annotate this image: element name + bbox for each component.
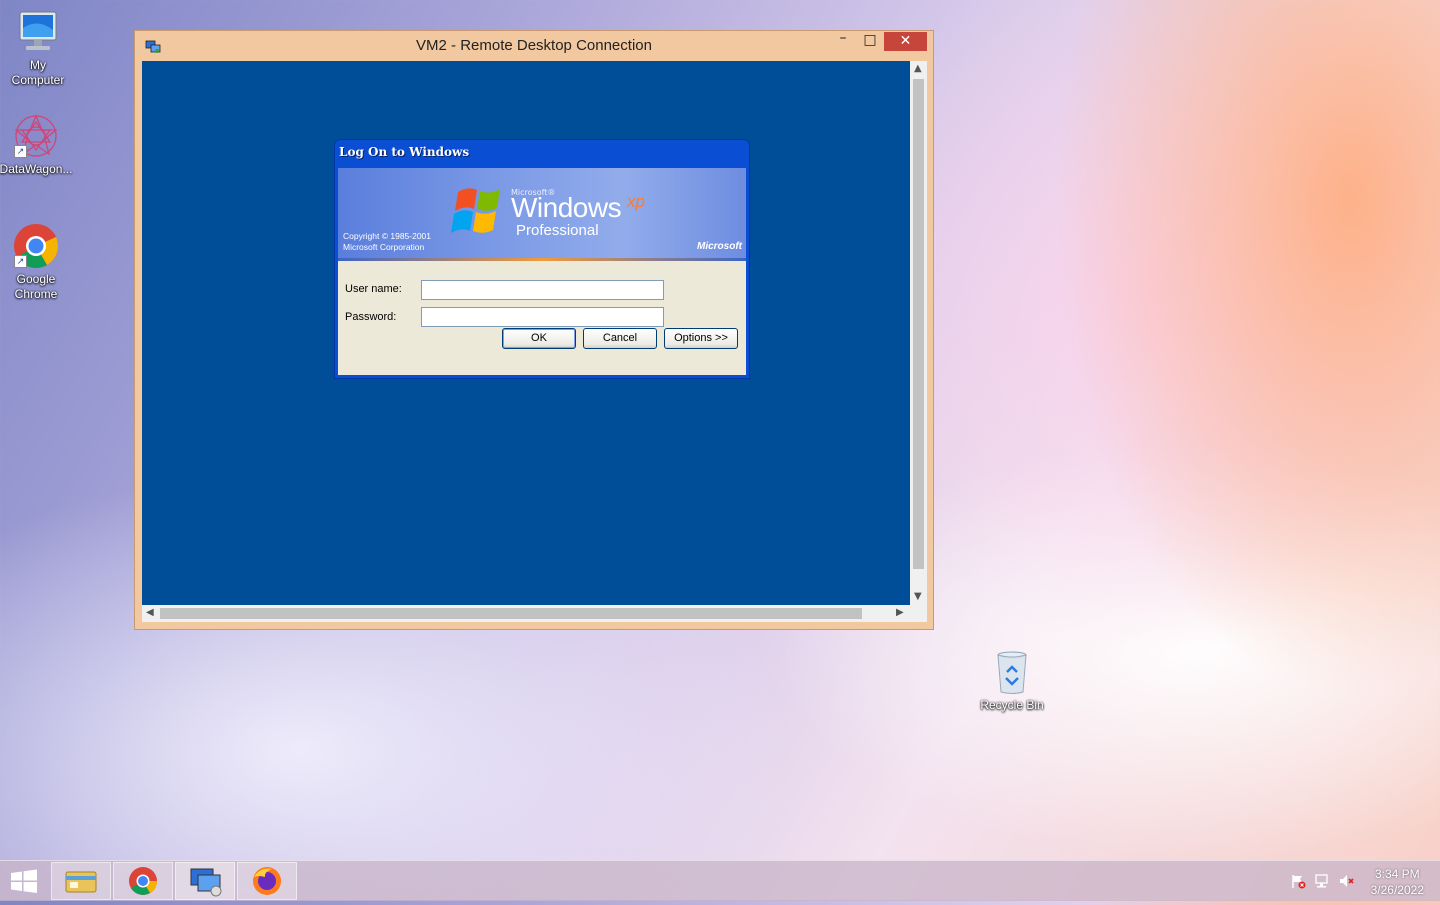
edition-label: Professional (516, 222, 599, 239)
file-explorer-icon (65, 871, 97, 893)
password-input[interactable] (421, 307, 664, 327)
windows-xp-banner: Microsoft® Windows xp Professional Copyr… (338, 168, 746, 258)
action-center-flag-icon[interactable] (1290, 873, 1306, 889)
desktop-icon-my-computer[interactable]: My Computer (0, 8, 76, 88)
taskbar-file-explorer[interactable] (51, 862, 111, 900)
firefox-icon (253, 867, 281, 895)
horizontal-scrollbar[interactable]: ◀ ▶ (142, 605, 910, 622)
password-label: Password: (345, 311, 397, 323)
desktop-icon-label: Recycle Bin (980, 698, 1044, 712)
scroll-left-icon[interactable]: ◀ (146, 607, 154, 618)
recycle-bin-icon (988, 648, 1036, 696)
title-bar[interactable]: VM2 - Remote Desktop Connection – □ ✕ (135, 30, 933, 61)
size-grip-icon[interactable] (910, 605, 927, 622)
vertical-scroll-thumb[interactable] (913, 79, 924, 569)
clock-date: 3/26/2022 (1370, 883, 1424, 897)
chrome-icon (129, 867, 157, 895)
desktop-icon-label: Google Chrome (14, 272, 58, 301)
options-button[interactable]: Options >> (664, 328, 738, 349)
xp-wordmark: xp (627, 192, 645, 211)
window-title: VM2 - Remote Desktop Connection (416, 37, 652, 54)
remote-desktop-window: VM2 - Remote Desktop Connection – □ ✕ Lo… (134, 30, 934, 630)
chrome-icon: ↗ (12, 222, 60, 270)
windows-logo-icon (11, 869, 37, 893)
shortcut-arrow-icon: ↗ (14, 145, 27, 158)
maximize-button[interactable]: □ (857, 32, 883, 52)
cancel-button[interactable]: Cancel (583, 328, 657, 349)
taskbar-remote-desktop[interactable] (175, 862, 235, 900)
desktop-icon-label: DataWagon... (0, 162, 73, 176)
close-button[interactable]: ✕ (884, 32, 927, 51)
system-clock[interactable]: 3:34 PM 3/26/2022 (1371, 866, 1424, 898)
remote-desktop-icon (190, 868, 222, 897)
username-label: User name: (345, 283, 402, 295)
copyright-text: Copyright © 1985-2001 Microsoft Corporat… (343, 231, 432, 252)
ok-button[interactable]: OK (502, 328, 576, 349)
network-icon[interactable] (1314, 873, 1330, 889)
start-button[interactable] (0, 861, 48, 901)
desktop-icon-google-chrome[interactable]: ↗ Google Chrome (0, 222, 74, 302)
clock-time: 3:34 PM (1374, 867, 1420, 881)
shortcut-arrow-icon: ↗ (14, 255, 27, 268)
desktop-icon-recycle-bin[interactable]: Recycle Bin (974, 648, 1050, 713)
remote-session-area[interactable]: Log On to Windows Microsoft® Windows xp … (142, 61, 910, 605)
my-computer-icon (14, 8, 62, 56)
datawagon-icon: ↗ (12, 112, 60, 160)
vertical-scrollbar[interactable]: ▲ ▼ (910, 61, 927, 605)
minimize-button[interactable]: – (830, 30, 856, 50)
microsoft-logo: Microsoft (697, 241, 742, 252)
windows-wordmark: Windows (511, 192, 622, 223)
taskbar-firefox[interactable] (237, 862, 297, 900)
dialog-body: User name: Password: OK Cancel Options >… (338, 261, 746, 375)
horizontal-scroll-thumb[interactable] (160, 608, 862, 619)
windows-flag-icon (450, 182, 508, 238)
taskbar: 3:34 PM 3/26/2022 (0, 860, 1440, 901)
taskbar-chrome[interactable] (113, 862, 173, 900)
logon-dialog: Log On to Windows Microsoft® Windows xp … (334, 139, 750, 379)
desktop-icon-datawagon[interactable]: ↗ DataWagon... (0, 112, 74, 177)
scroll-right-icon[interactable]: ▶ (896, 607, 904, 618)
dialog-title: Log On to Windows (339, 145, 470, 159)
scroll-up-icon[interactable]: ▲ (914, 63, 922, 74)
username-input[interactable] (421, 280, 664, 300)
volume-muted-icon[interactable] (1338, 873, 1354, 889)
scroll-down-icon[interactable]: ▼ (914, 591, 922, 602)
desktop-icon-label: My Computer (11, 58, 65, 87)
